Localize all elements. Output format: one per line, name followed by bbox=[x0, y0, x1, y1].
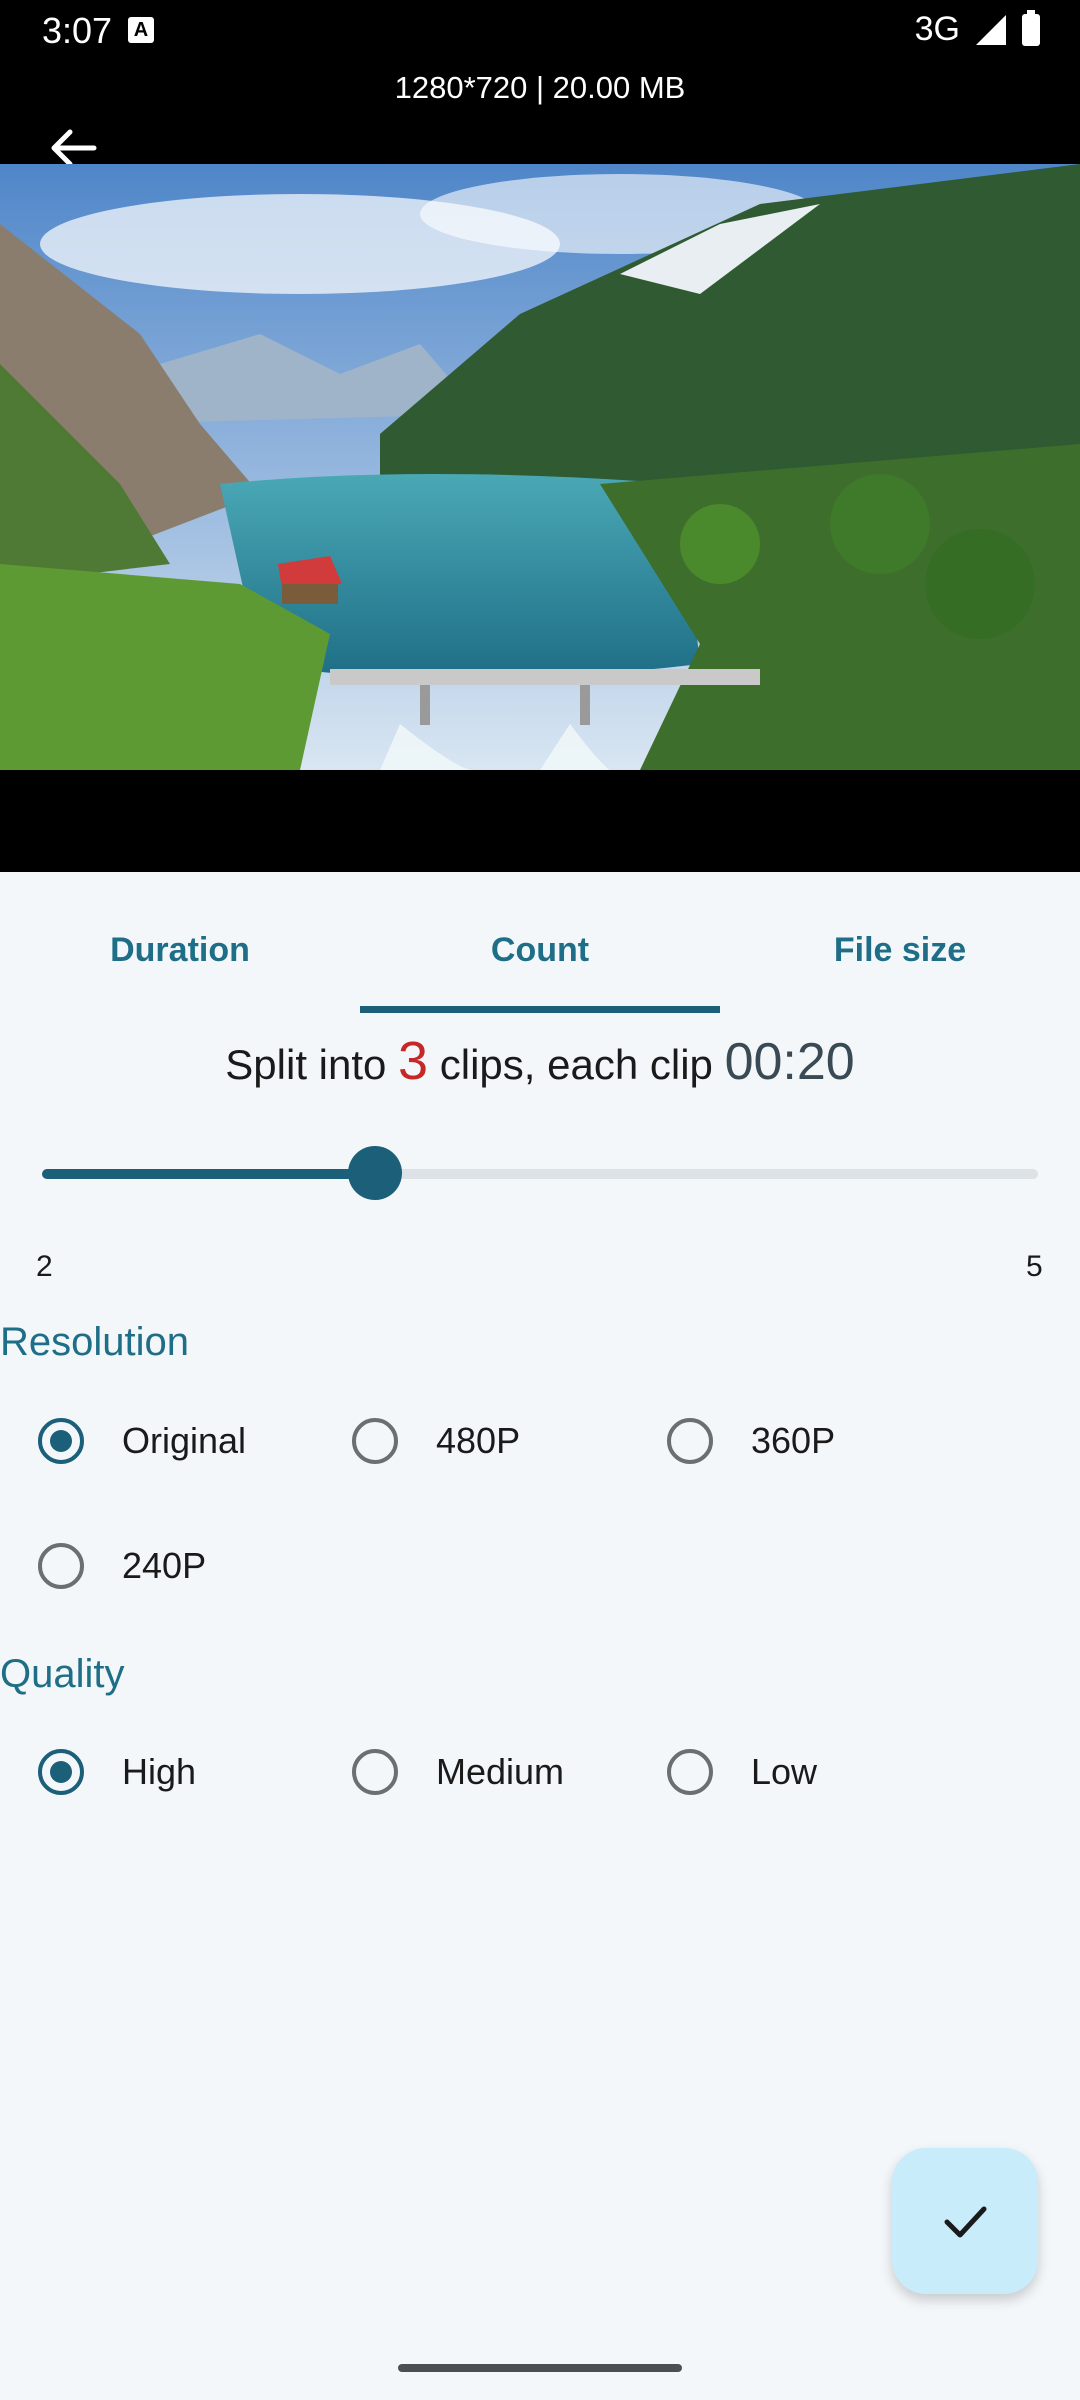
confirm-button[interactable] bbox=[892, 2148, 1038, 2294]
radio-unchecked-icon[interactable] bbox=[352, 1418, 398, 1464]
resolution-option-original[interactable]: Original bbox=[38, 1406, 246, 1476]
quality-option-high[interactable]: High bbox=[38, 1737, 196, 1807]
resolution-option-480p[interactable]: 480P bbox=[352, 1406, 520, 1476]
battery-icon bbox=[1022, 9, 1040, 46]
resolution-option-label: 240P bbox=[122, 1545, 207, 1586]
clip-count: 3 bbox=[398, 1031, 429, 1091]
check-icon bbox=[944, 2206, 987, 2238]
quality-option-label: High bbox=[122, 1751, 197, 1792]
network-label: 3G bbox=[914, 10, 960, 48]
video-info: 1280*720 | 20.00 MB bbox=[394, 70, 686, 105]
slider-min-label: 2 bbox=[36, 1250, 53, 1283]
slider-max-label: 5 bbox=[1026, 1250, 1043, 1283]
resolution-option-label: 480P bbox=[436, 1420, 521, 1461]
signal-icon bbox=[976, 14, 1006, 45]
tab-indicator bbox=[360, 1006, 720, 1013]
tab-file-size[interactable]: File size bbox=[720, 900, 1080, 1014]
resolution-option-label: Original bbox=[122, 1420, 247, 1461]
clip-count-slider-fill bbox=[42, 1169, 375, 1179]
clip-duration: 00:20 bbox=[724, 1033, 855, 1091]
tab-duration[interactable]: Duration bbox=[0, 900, 360, 1014]
resolution-title: Resolution bbox=[0, 1320, 190, 1364]
split-summary: Split into 3 clips, each clip 00:20 bbox=[0, 1030, 1080, 1092]
resolution-option-label: 360P bbox=[751, 1420, 836, 1461]
quality-option-label: Medium bbox=[436, 1751, 565, 1792]
resolution-option-240p[interactable]: 240P bbox=[38, 1531, 206, 1601]
summary-middle: clips, each clip bbox=[428, 1041, 725, 1088]
status-time: 3:07 bbox=[42, 10, 113, 51]
radio-checked-icon[interactable] bbox=[38, 1418, 84, 1464]
video-frame[interactable] bbox=[0, 164, 1080, 770]
radio-unchecked-icon[interactable] bbox=[38, 1543, 84, 1589]
split-mode-tabs: Duration Count File size bbox=[0, 900, 1080, 1014]
quality-option-low[interactable]: Low bbox=[667, 1737, 817, 1807]
status-icons: 3G bbox=[914, 9, 1040, 49]
radio-unchecked-icon[interactable] bbox=[352, 1749, 398, 1795]
radio-checked-icon[interactable] bbox=[38, 1749, 84, 1795]
radio-unchecked-icon[interactable] bbox=[667, 1418, 713, 1464]
quality-title: Quality bbox=[0, 1652, 125, 1696]
home-indicator[interactable] bbox=[398, 2364, 682, 2372]
summary-prefix: Split into bbox=[225, 1041, 399, 1088]
radio-unchecked-icon[interactable] bbox=[667, 1749, 713, 1795]
quality-option-label: Low bbox=[751, 1751, 818, 1792]
tab-count[interactable]: Count bbox=[360, 900, 720, 1014]
quality-option-medium[interactable]: Medium bbox=[352, 1737, 564, 1807]
clip-count-slider-thumb[interactable] bbox=[348, 1146, 402, 1200]
resolution-option-360p[interactable]: 360P bbox=[667, 1406, 835, 1476]
status-bar: 3:07 A 3G bbox=[0, 0, 1080, 62]
notification-icon: A bbox=[128, 17, 154, 43]
